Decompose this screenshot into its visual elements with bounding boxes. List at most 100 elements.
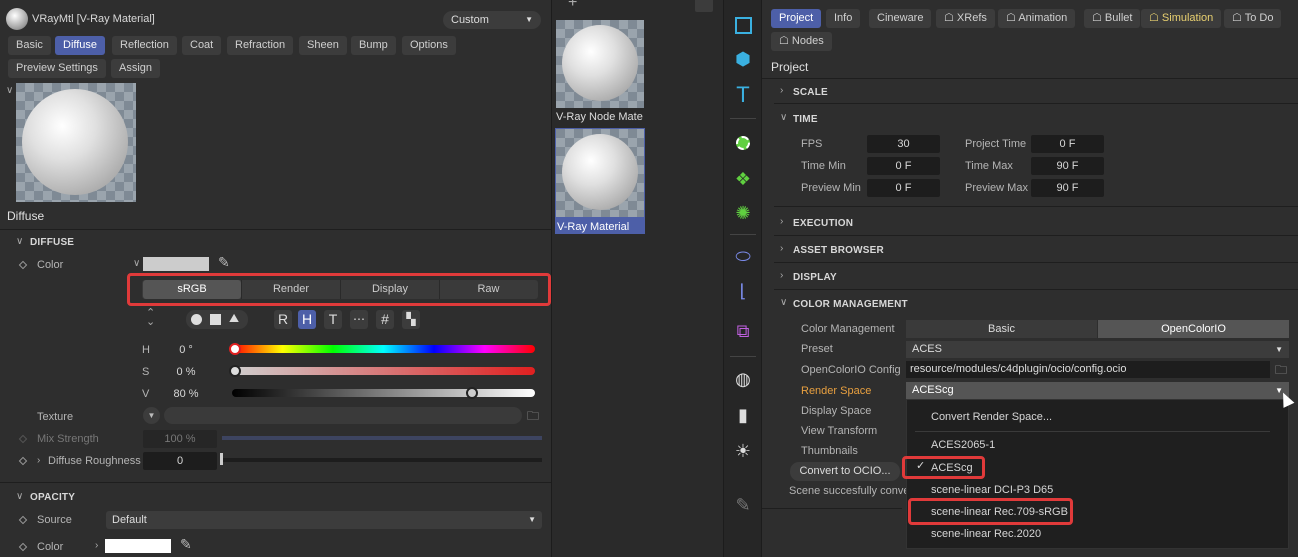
chevron-down-icon[interactable]: ∨ [780,297,787,308]
picker-mode-h[interactable]: H [298,310,316,329]
tab-animation[interactable]: ☖ Animation [998,9,1076,28]
section-execution[interactable]: EXECUTION [793,218,853,229]
saturation-slider[interactable] [232,367,535,375]
hue-slider[interactable] [232,345,535,353]
opacity-color-swatch[interactable] [105,539,171,553]
cube-outline-icon[interactable] [732,14,754,36]
collapse-opacity-icon[interactable]: ∨ [16,491,23,502]
preset-select[interactable]: ACES ▼ [906,341,1289,358]
expand-collapse-icon[interactable]: ⌃ ⌄ [146,308,155,328]
value-slider-handle[interactable] [466,387,478,399]
h-field[interactable]: 0 ° [155,341,217,359]
keyframe-icon[interactable] [18,260,28,270]
cloner-icon[interactable]: ❖ [732,168,754,190]
keyframe-icon[interactable] [18,456,28,466]
picker-mode-mixer-icon[interactable]: ⋯ [350,310,368,329]
chevron-right-icon[interactable]: › [780,85,783,96]
tab-cineware[interactable]: Cineware [869,9,932,28]
value-slider[interactable] [232,389,535,397]
time-min-field[interactable]: 0 F [867,157,940,175]
spline-deform-icon[interactable]: ⌊ [732,280,754,302]
light-icon[interactable]: ☀ [732,440,754,462]
tab-bullet[interactable]: ☖ Bullet [1084,9,1141,28]
tab-preview-settings[interactable]: Preview Settings [8,59,106,78]
collapse-preview-icon[interactable]: ∨ [6,85,13,96]
folder-icon[interactable]: 🗀 [527,407,539,428]
cm-mode-basic[interactable]: Basic [906,320,1097,338]
toolbar-button-icon[interactable] [695,0,713,12]
v-field[interactable]: 80 % [155,385,217,403]
dropdown-item[interactable]: Convert Render Space... [907,407,1288,427]
tab-refraction[interactable]: Refraction [227,36,294,55]
project-time-field[interactable]: 0 F [1031,135,1104,153]
tab-nodes[interactable]: ☖ Nodes [771,32,832,51]
pen-tool-icon[interactable]: ✎ [732,494,754,516]
preview-min-field[interactable]: 0 F [867,179,940,197]
tab-info[interactable]: Info [826,9,861,28]
keyframe-icon[interactable] [18,542,28,552]
preview-max-field[interactable]: 90 F [1031,179,1104,197]
tab-reflection[interactable]: Reflection [112,36,177,55]
tab-options[interactable]: Options [402,36,456,55]
picker-mode-r[interactable]: R [274,310,292,329]
tab-simulation[interactable]: ☖ Simulation [1141,9,1222,28]
chevron-right-icon[interactable]: › [780,270,783,281]
field-icon[interactable]: ⧉ [732,320,754,342]
hue-slider-handle[interactable] [229,343,241,355]
chevron-right-icon[interactable]: › [780,216,783,227]
keyframe-icon[interactable] [18,515,28,525]
generator-icon[interactable] [732,132,754,154]
tab-assign[interactable]: Assign [111,59,161,78]
chevron-right-icon[interactable]: › [780,243,783,254]
convert-to-ocio-button[interactable]: Convert to OCIO... [790,462,900,481]
dropdown-item[interactable]: ACES2065-1 [907,435,1288,455]
text-tool-icon[interactable]: T [732,82,754,107]
roughness-slider[interactable] [222,458,542,462]
cube-icon[interactable]: ⬢ [732,48,754,70]
picker-mode-swatches-icon[interactable]: ▚ [402,310,420,329]
dropdown-item[interactable]: scene-linear Rec.2020 [907,524,1288,544]
chevron-down-icon[interactable]: ∨ [133,258,140,269]
square-picker-icon[interactable] [210,314,221,325]
tab-basic[interactable]: Basic [8,36,51,55]
eyedropper-icon[interactable]: ✎ [180,536,192,553]
picker-mode-hash-icon[interactable]: # [376,310,394,329]
s-field[interactable]: 0 % [155,363,217,381]
section-scale[interactable]: SCALE [793,87,828,98]
camera-icon[interactable]: ▮ [732,404,754,426]
material-item-label[interactable]: V-Ray Node Mate [556,111,646,123]
tab-xrefs[interactable]: ☖ XRefs [936,9,995,28]
chevron-right-icon[interactable]: › [37,455,40,466]
material-item-label[interactable]: V-Ray Material [557,221,645,233]
section-display[interactable]: DISPLAY [793,272,837,283]
tab-sheen[interactable]: Sheen [299,36,347,55]
add-icon[interactable]: + [568,0,577,12]
folder-icon[interactable]: 🗀 [1275,361,1287,382]
time-max-field[interactable]: 90 F [1031,157,1104,175]
deformer-icon[interactable]: ⬭ [732,245,754,267]
picker-mode-t[interactable]: T [324,310,342,329]
chevron-down-icon[interactable]: ∨ [780,112,787,123]
roughness-field[interactable]: 0 [143,452,217,470]
tab-bump[interactable]: Bump [351,36,396,55]
circle-picker-icon[interactable] [191,314,202,325]
fps-field[interactable]: 30 [867,135,940,153]
texture-menu-button[interactable]: ▼ [143,407,160,424]
cm-mode-ocio[interactable]: OpenColorIO [1098,320,1289,338]
dropdown-item[interactable]: scene-linear DCI-P3 D65 [907,480,1288,500]
tab-coat[interactable]: Coat [182,36,222,55]
saturation-slider-handle[interactable] [229,365,241,377]
source-dropdown[interactable]: Default ▼ [106,511,542,529]
roughness-slider-handle[interactable] [220,453,223,465]
eyedropper-icon[interactable]: ✎ [218,254,230,271]
tab-todo[interactable]: ☖ To Do [1224,9,1282,28]
section-time[interactable]: TIME [793,114,818,125]
effector-icon[interactable]: ✺ [732,202,754,224]
collapse-diffuse-icon[interactable]: ∨ [16,236,23,247]
chevron-right-icon[interactable]: › [95,540,98,551]
ocio-config-field[interactable]: resource/modules/c4dplugin/ocio/config.o… [906,361,1270,378]
section-asset-browser[interactable]: ASSET BROWSER [793,245,884,256]
color-swatch[interactable] [143,257,209,271]
globe-icon[interactable]: ◍ [732,368,754,390]
render-space-select[interactable]: ACEScg ▼ [906,382,1289,399]
